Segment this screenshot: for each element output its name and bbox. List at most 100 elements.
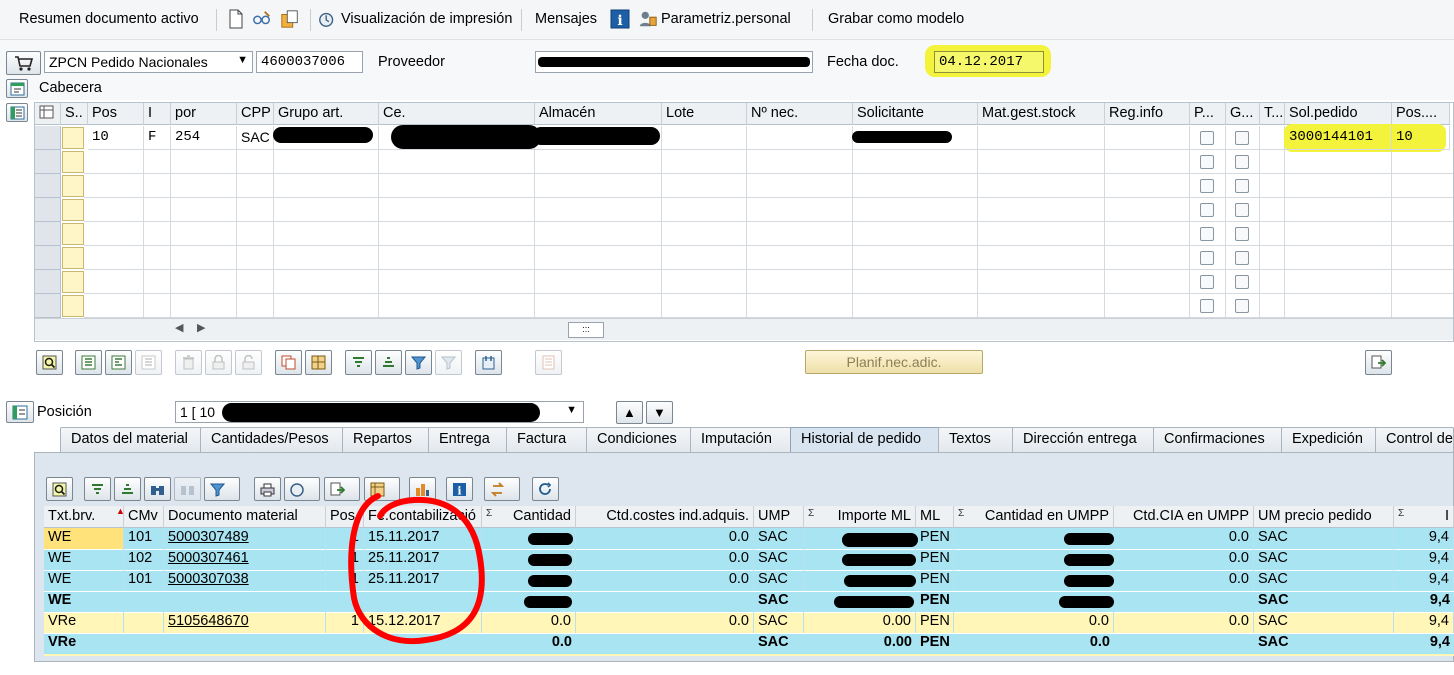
hist-ml-cell[interactable]: PEN [916, 549, 954, 570]
col-header-por[interactable]: por [171, 103, 237, 125]
hist-importe-cell[interactable]: 0.00 [804, 612, 916, 633]
col-header-i[interactable]: ΣI [1394, 506, 1454, 528]
hist-last-cell[interactable]: 9,4 [1394, 528, 1454, 549]
item-sol-pedido-cell[interactable]: 3000144101 [1285, 126, 1392, 150]
tab-condiciones[interactable]: Condiciones [586, 427, 692, 452]
hist-ml-cell[interactable]: PEN [916, 612, 954, 633]
tab-direccion-entrega[interactable]: Dirección entrega [1012, 427, 1155, 452]
hist-umpp-cell[interactable]: SAC [1254, 549, 1394, 570]
item-category-cell[interactable]: F [144, 126, 171, 150]
hist-last-cell[interactable]: 9,4 [1394, 570, 1454, 591]
hist-ctdcia-cell[interactable]: 0.0 [1114, 549, 1254, 570]
row-status-cell[interactable] [62, 199, 84, 221]
hist-ctdcia-cell[interactable]: 0.0 [1114, 612, 1254, 633]
p-checkbox[interactable] [1200, 299, 1214, 313]
p-checkbox[interactable] [1200, 227, 1214, 241]
hist-ctdcost-cell[interactable]: 0.0 [576, 570, 754, 591]
hist-doc-link[interactable]: 5000307489 [164, 528, 326, 549]
hist-umpp-cell[interactable]: SAC [1254, 612, 1394, 633]
g-checkbox[interactable] [1235, 251, 1249, 265]
row-status-cell[interactable] [62, 295, 84, 317]
col-header-um-precio-pedido[interactable]: UM precio pedido [1254, 506, 1394, 528]
tab-repartos[interactable]: Repartos [342, 427, 430, 452]
row-status-cell[interactable] [62, 151, 84, 173]
lock-button[interactable] [205, 350, 232, 375]
col-header-i[interactable]: I [144, 103, 171, 125]
hist-ctdcia-cell[interactable]: 0.0 [1114, 570, 1254, 591]
info-icon[interactable]: i [610, 8, 630, 30]
hist-ctdcost-cell[interactable]: 0.0 [576, 549, 754, 570]
items-expand-button[interactable] [6, 103, 28, 122]
col-header-ce[interactable]: Ce. [379, 103, 535, 125]
col-header-ctd-cia-umpp[interactable]: Ctd.CIA en UMPP [1114, 506, 1254, 528]
item-n-nec-cell[interactable] [747, 126, 853, 150]
select-all-button[interactable] [75, 350, 102, 375]
hist-txt-cell[interactable]: VRe [44, 612, 124, 633]
hist-cmv-cell[interactable]: 102 [124, 549, 164, 570]
hist-cmv-cell[interactable] [124, 612, 164, 633]
history-filter-button[interactable] [204, 477, 240, 501]
tab-control[interactable]: Control de [1375, 427, 1454, 452]
hist-txt-cell[interactable]: WE [44, 528, 124, 549]
split-button[interactable] [305, 350, 332, 375]
sort-ascending-button[interactable] [345, 350, 372, 375]
row-selector[interactable] [35, 126, 61, 150]
tab-datos-material[interactable]: Datos del material [60, 427, 202, 452]
col-header-importe-ml[interactable]: Σ Importe ML [804, 506, 916, 528]
g-checkbox[interactable] [1235, 155, 1249, 169]
col-header-pos[interactable]: Pos [88, 103, 144, 125]
export-button[interactable] [1365, 350, 1392, 375]
g-checkbox[interactable] [1235, 227, 1249, 241]
history-find-next-button[interactable] [174, 477, 201, 501]
tab-historial-pedido[interactable]: Historial de pedido [790, 427, 940, 452]
hist-ump-cell[interactable]: SAC [754, 549, 804, 570]
sort-descending-button[interactable] [375, 350, 402, 375]
history-find-button[interactable] [144, 477, 171, 501]
hist-doc-link[interactable]: 5000307038 [164, 570, 326, 591]
item-lote-cell[interactable] [662, 126, 747, 150]
col-header-reg-info[interactable]: Reg.info [1105, 103, 1190, 125]
col-header-cantidad-umpp[interactable]: Σ Cantidad en UMPP [954, 506, 1114, 528]
col-header-n-nec[interactable]: Nº nec. [747, 103, 853, 125]
doc-number-field[interactable]: 4600037006 [256, 51, 363, 73]
g-checkbox[interactable] [1235, 299, 1249, 313]
personal-settings-button[interactable]: Parametriz.personal [661, 11, 791, 27]
copy-button[interactable] [275, 350, 302, 375]
delete-button[interactable] [175, 350, 202, 375]
item-pos-sol-cell[interactable]: 10 [1392, 126, 1450, 150]
vendor-field[interactable] [535, 51, 813, 73]
history-refresh-button[interactable] [532, 477, 559, 501]
filter-button[interactable] [405, 350, 432, 375]
col-header-documento-material[interactable]: Documento material [164, 506, 326, 528]
row-status-cell[interactable] [62, 127, 84, 149]
tab-confirmaciones[interactable]: Confirmaciones [1153, 427, 1283, 452]
tab-entrega[interactable]: Entrega [428, 427, 508, 452]
col-header-solicitante[interactable]: Solicitante [853, 103, 978, 125]
row-status-cell[interactable] [62, 223, 84, 245]
hist-ctdcost-cell[interactable]: 0.0 [576, 612, 754, 633]
row-status-cell[interactable] [62, 271, 84, 293]
hist-txt-cell[interactable]: WE [44, 549, 124, 570]
scroll-thumb[interactable]: ::: [568, 322, 604, 338]
save-as-template-button[interactable]: Grabar como modelo [828, 11, 964, 27]
history-view-button[interactable] [284, 477, 320, 501]
col-header-ctd-costes[interactable]: Ctd.costes ind.adquis. [576, 506, 754, 528]
hist-cmv-cell[interactable]: 101 [124, 528, 164, 549]
item-por-cell[interactable]: 254 [171, 126, 237, 150]
col-header-ml[interactable]: ML [916, 506, 954, 528]
g-checkbox[interactable] [1235, 131, 1249, 145]
col-header-txt-brv[interactable]: Txt.brv. [44, 506, 124, 528]
p-checkbox[interactable] [1200, 155, 1214, 169]
item-mat-gest-cell[interactable] [978, 126, 1105, 150]
new-document-icon[interactable] [226, 8, 246, 30]
tab-cantidades-pesos[interactable]: Cantidades/Pesos [200, 427, 344, 452]
history-sort-desc-button[interactable] [114, 477, 141, 501]
hist-ump-cell[interactable]: SAC [754, 612, 804, 633]
tab-expedicion[interactable]: Expedición [1281, 427, 1377, 452]
row-status-cell[interactable] [62, 247, 84, 269]
history-details-button[interactable] [46, 477, 73, 501]
hist-cmv-cell[interactable]: 101 [124, 570, 164, 591]
cart-button[interactable] [6, 51, 41, 75]
col-header-p[interactable]: P... [1190, 103, 1226, 125]
item-reg-info-cell[interactable] [1105, 126, 1190, 150]
